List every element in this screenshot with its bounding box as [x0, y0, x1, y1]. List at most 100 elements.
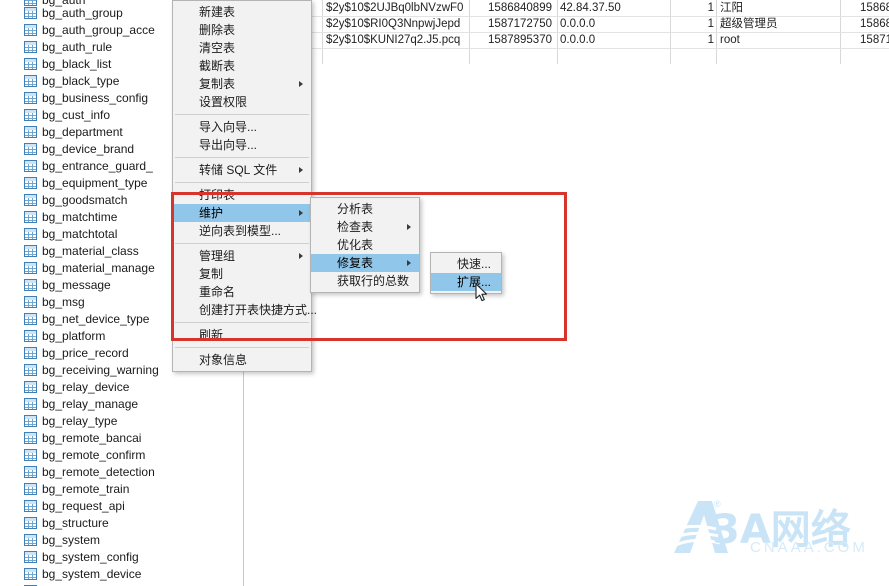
table-grid-icon — [24, 483, 37, 495]
menu-item[interactable]: 逆向表到模型... — [173, 222, 311, 240]
table-cell-ip[interactable]: 0.0.0.0 — [560, 32, 670, 48]
menu-separator — [175, 322, 309, 323]
menu-item[interactable]: 清空表 — [173, 39, 311, 57]
menu-item-label: 管理组 — [199, 249, 236, 263]
list-item-label: bg_remote_train — [42, 482, 130, 496]
table-row[interactable]: ot$2y$10$KUNI27q2.J5.pcq15878953700.0.0.… — [244, 32, 889, 49]
menu-item-label: 逆向表到模型... — [199, 224, 282, 238]
menu-item[interactable]: 新建表 — [173, 3, 311, 21]
table-grid-icon — [24, 211, 37, 223]
application-window: bg_auth bg_auth_group bg_auth_group_acce bg… — [0, 0, 889, 586]
menu-separator — [175, 182, 309, 183]
list-item-label: bg_system_config — [42, 550, 139, 564]
list-item[interactable]: bg_relay_manage — [0, 396, 244, 413]
table-grid-icon — [24, 568, 37, 580]
list-item[interactable]: bg_structure — [0, 515, 244, 532]
submenu-arrow-icon — [407, 224, 411, 230]
menu-item-label: 导入向导... — [199, 120, 258, 134]
menu-item[interactable]: 修复表 — [311, 254, 419, 272]
menu-item[interactable]: 转储 SQL 文件 — [173, 161, 311, 179]
table-cell-timestamp[interactable]: 1586840899 — [472, 0, 552, 16]
menu-item[interactable]: 重命名 — [173, 283, 311, 301]
list-item[interactable]: bg_relay_type — [0, 413, 244, 430]
menu-item[interactable]: 设置权限 — [173, 93, 311, 111]
table-grid-icon — [24, 296, 37, 308]
list-item[interactable]: bg_system_config — [0, 549, 244, 566]
menu-item[interactable]: 检查表 — [311, 218, 419, 236]
table-row-empty[interactable] — [244, 48, 889, 65]
table-grid-icon — [24, 415, 37, 427]
list-item[interactable]: bg_request_api — [0, 498, 244, 515]
menu-item[interactable]: 导出向导... — [173, 136, 311, 154]
list-item-label: bg_department — [42, 125, 123, 139]
list-item[interactable]: bg_remote_confirm — [0, 447, 244, 464]
menu-item[interactable]: 删除表 — [173, 21, 311, 39]
submenu-arrow-icon — [407, 260, 411, 266]
menu-item-label: 复制 — [199, 267, 224, 281]
menu-item[interactable]: 创建打开表快捷方式... — [173, 301, 317, 319]
menu-item[interactable]: 复制 — [173, 265, 311, 283]
table-cell-timestamp[interactable]: 1587895370 — [472, 32, 552, 48]
table-cell-password[interactable]: $2y$10$2UJBq0lbNVzwF0 — [326, 0, 476, 16]
menu-item-label: 创建打开表快捷方式... — [199, 303, 318, 317]
menu-item[interactable]: 优化表 — [311, 236, 419, 254]
menu-item-label: 刷新 — [199, 328, 224, 342]
repair-table-submenu[interactable]: 快速... 扩展... — [430, 252, 502, 294]
list-item[interactable]: bg_system — [0, 532, 244, 549]
list-item-label: bg_relay_device — [42, 380, 130, 394]
table-cell-status[interactable]: 1 — [674, 0, 714, 16]
table-cell-role[interactable]: 超级管理员 — [720, 16, 830, 32]
table-cell-ip[interactable]: 42.84.37.50 — [560, 0, 670, 16]
table-cell-password[interactable]: $2y$10$KUNI27q2.J5.pcq — [326, 32, 476, 48]
table-cell-status[interactable]: 1 — [674, 32, 714, 48]
table-cell-created[interactable]: 1587170460 — [844, 32, 889, 48]
list-item[interactable]: bg_remote_train — [0, 481, 244, 498]
menu-item[interactable]: 打印表 — [173, 186, 311, 204]
maintain-submenu[interactable]: 分析表 检查表优化表修复表 获取行的总数 — [310, 197, 420, 293]
table-cell-created[interactable]: 1586847453 — [844, 16, 889, 32]
menu-item-label: 维护 — [199, 206, 224, 220]
menu-item[interactable]: 刷新 — [173, 326, 311, 344]
table-cell-created[interactable]: 1586835794 — [844, 0, 889, 16]
menu-item[interactable]: 截断表 — [173, 57, 311, 75]
list-item[interactable]: bg_remote_bancai — [0, 430, 244, 447]
table-grid-icon — [24, 330, 37, 342]
table-grid-icon — [24, 398, 37, 410]
list-item[interactable]: bg_system_device — [0, 566, 244, 583]
list-item-label: bg_structure — [42, 516, 109, 530]
table-grid-icon — [24, 7, 37, 19]
menu-item[interactable]: 维护 — [173, 204, 311, 222]
list-item-label: bg_material_class — [42, 244, 139, 258]
table-row[interactable]: admin$2y$10$RI0Q3NnpwjJepd15871727500.0.… — [244, 16, 889, 33]
menu-item[interactable]: 获取行的总数 — [311, 272, 419, 290]
menu-item[interactable]: 管理组 — [173, 247, 311, 265]
list-item-label: bg_remote_confirm — [42, 448, 146, 462]
table-grid-icon — [24, 347, 37, 359]
list-item-label: bg_matchtotal — [42, 227, 118, 241]
menu-item[interactable]: 扩展... — [431, 273, 501, 291]
menu-item-label: 优化表 — [337, 238, 374, 252]
list-item-label: bg_net_device_type — [42, 312, 150, 326]
table-cell-ip[interactable]: 0.0.0.0 — [560, 16, 670, 32]
table-grid-icon — [24, 466, 37, 478]
list-item-label: bg_entrance_guard_ — [42, 159, 153, 173]
menu-item[interactable]: 导入向导... — [173, 118, 311, 136]
list-item[interactable]: bg_remote_detection — [0, 464, 244, 481]
table-cell-timestamp[interactable]: 1587172750 — [472, 16, 552, 32]
list-item[interactable]: bg_relay_device — [0, 379, 244, 396]
list-item-label: bg_auth_rule — [42, 40, 113, 54]
menu-item[interactable]: 复制表 — [173, 75, 311, 93]
table-cell-password[interactable]: $2y$10$RI0Q3NnpwjJepd — [326, 16, 476, 32]
table-row[interactable]: $2y$10$2UJBq0lbNVzwF0 1586840899 42.84.37.… — [244, 0, 889, 17]
menu-separator — [175, 114, 309, 115]
list-item-label: bg_device_brand — [42, 142, 135, 156]
menu-separator — [175, 243, 309, 244]
list-item-label: bg_remote_bancai — [42, 431, 142, 445]
menu-item[interactable]: 对象信息 — [173, 351, 311, 369]
table-cell-role[interactable]: 江阳 — [720, 0, 830, 16]
menu-item[interactable]: 快速... — [431, 255, 501, 273]
table-cell-role[interactable]: root — [720, 32, 830, 48]
table-context-menu[interactable]: 新建表 删除表 清空表 截断表 复制表 设置权限导入向导... 导出向导... 转储 SQL … — [172, 0, 317, 372]
table-cell-status[interactable]: 1 — [674, 16, 714, 32]
menu-item[interactable]: 分析表 — [311, 200, 419, 218]
